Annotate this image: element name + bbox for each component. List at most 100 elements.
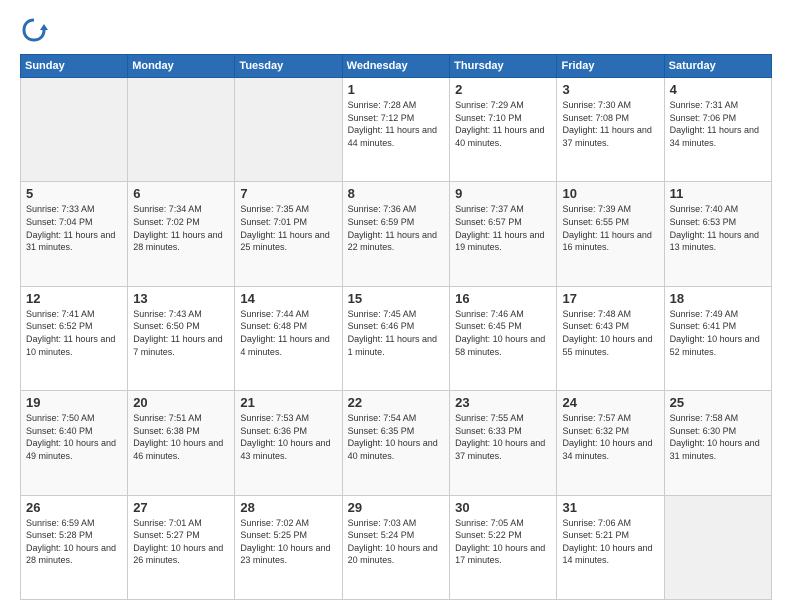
calendar-cell: 14 Sunrise: 7:44 AM Sunset: 6:48 PM Dayli… <box>235 286 342 390</box>
day-number: 27 <box>133 500 229 515</box>
day-number: 19 <box>26 395 122 410</box>
day-number: 16 <box>455 291 551 306</box>
calendar-cell: 18 Sunrise: 7:49 AM Sunset: 6:41 PM Dayli… <box>664 286 771 390</box>
day-info: Sunrise: 7:44 AM Sunset: 6:48 PM Dayligh… <box>240 308 336 358</box>
weekday-header-thursday: Thursday <box>450 55 557 78</box>
day-number: 31 <box>562 500 658 515</box>
calendar-cell: 20 Sunrise: 7:51 AM Sunset: 6:38 PM Dayli… <box>128 391 235 495</box>
weekday-header-monday: Monday <box>128 55 235 78</box>
calendar-header: SundayMondayTuesdayWednesdayThursdayFrid… <box>21 55 772 78</box>
day-number: 11 <box>670 186 766 201</box>
weekday-header-saturday: Saturday <box>664 55 771 78</box>
header <box>20 16 772 44</box>
day-number: 2 <box>455 82 551 97</box>
calendar-cell: 10 Sunrise: 7:39 AM Sunset: 6:55 PM Dayli… <box>557 182 664 286</box>
weekday-header-friday: Friday <box>557 55 664 78</box>
calendar-week-3: 12 Sunrise: 7:41 AM Sunset: 6:52 PM Dayli… <box>21 286 772 390</box>
weekday-header-sunday: Sunday <box>21 55 128 78</box>
weekday-header-tuesday: Tuesday <box>235 55 342 78</box>
day-number: 3 <box>562 82 658 97</box>
day-info: Sunrise: 7:55 AM Sunset: 6:33 PM Dayligh… <box>455 412 551 462</box>
calendar-cell: 21 Sunrise: 7:53 AM Sunset: 6:36 PM Dayli… <box>235 391 342 495</box>
day-info: Sunrise: 7:01 AM Sunset: 5:27 PM Dayligh… <box>133 517 229 567</box>
calendar-cell: 23 Sunrise: 7:55 AM Sunset: 6:33 PM Dayli… <box>450 391 557 495</box>
day-number: 26 <box>26 500 122 515</box>
day-number: 7 <box>240 186 336 201</box>
calendar: SundayMondayTuesdayWednesdayThursdayFrid… <box>20 54 772 600</box>
calendar-cell: 7 Sunrise: 7:35 AM Sunset: 7:01 PM Daylig… <box>235 182 342 286</box>
day-info: Sunrise: 7:39 AM Sunset: 6:55 PM Dayligh… <box>562 203 658 253</box>
day-info: Sunrise: 7:53 AM Sunset: 6:36 PM Dayligh… <box>240 412 336 462</box>
day-number: 29 <box>348 500 444 515</box>
day-number: 22 <box>348 395 444 410</box>
day-number: 1 <box>348 82 444 97</box>
calendar-cell: 22 Sunrise: 7:54 AM Sunset: 6:35 PM Dayli… <box>342 391 449 495</box>
calendar-cell: 4Sunrise: 7:31 AM Sunset: 7:06 PM Daylig… <box>664 78 771 182</box>
day-info: Sunrise: 7:45 AM Sunset: 6:46 PM Dayligh… <box>348 308 444 358</box>
day-info: Sunrise: 7:46 AM Sunset: 6:45 PM Dayligh… <box>455 308 551 358</box>
day-info: Sunrise: 7:33 AM Sunset: 7:04 PM Dayligh… <box>26 203 122 253</box>
day-number: 18 <box>670 291 766 306</box>
calendar-cell: 19Sunrise: 7:50 AM Sunset: 6:40 PM Dayli… <box>21 391 128 495</box>
day-info: Sunrise: 7:57 AM Sunset: 6:32 PM Dayligh… <box>562 412 658 462</box>
day-info: Sunrise: 6:59 AM Sunset: 5:28 PM Dayligh… <box>26 517 122 567</box>
calendar-cell: 6Sunrise: 7:34 AM Sunset: 7:02 PM Daylig… <box>128 182 235 286</box>
calendar-cell: 12 Sunrise: 7:41 AM Sunset: 6:52 PM Dayli… <box>21 286 128 390</box>
calendar-week-5: 26 Sunrise: 6:59 AM Sunset: 5:28 PM Dayli… <box>21 495 772 599</box>
calendar-cell: 9 Sunrise: 7:37 AM Sunset: 6:57 PM Daylig… <box>450 182 557 286</box>
day-info: Sunrise: 7:06 AM Sunset: 5:21 PM Dayligh… <box>562 517 658 567</box>
calendar-cell: 3Sunrise: 7:30 AM Sunset: 7:08 PM Daylig… <box>557 78 664 182</box>
calendar-cell: 31 Sunrise: 7:06 AM Sunset: 5:21 PM Dayli… <box>557 495 664 599</box>
calendar-week-1: 1 Sunrise: 7:28 AM Sunset: 7:12 PM Daylig… <box>21 78 772 182</box>
calendar-cell: 13Sunrise: 7:43 AM Sunset: 6:50 PM Dayli… <box>128 286 235 390</box>
calendar-cell: 25Sunrise: 7:58 AM Sunset: 6:30 PM Dayli… <box>664 391 771 495</box>
day-info: Sunrise: 7:36 AM Sunset: 6:59 PM Dayligh… <box>348 203 444 253</box>
day-number: 6 <box>133 186 229 201</box>
day-info: Sunrise: 7:29 AM Sunset: 7:10 PM Dayligh… <box>455 99 551 149</box>
day-number: 28 <box>240 500 336 515</box>
calendar-cell: 1 Sunrise: 7:28 AM Sunset: 7:12 PM Daylig… <box>342 78 449 182</box>
calendar-cell: 15 Sunrise: 7:45 AM Sunset: 6:46 PM Dayli… <box>342 286 449 390</box>
day-info: Sunrise: 7:03 AM Sunset: 5:24 PM Dayligh… <box>348 517 444 567</box>
day-number: 23 <box>455 395 551 410</box>
day-number: 15 <box>348 291 444 306</box>
day-info: Sunrise: 7:41 AM Sunset: 6:52 PM Dayligh… <box>26 308 122 358</box>
logo <box>20 16 52 44</box>
day-number: 12 <box>26 291 122 306</box>
day-info: Sunrise: 7:48 AM Sunset: 6:43 PM Dayligh… <box>562 308 658 358</box>
day-info: Sunrise: 7:02 AM Sunset: 5:25 PM Dayligh… <box>240 517 336 567</box>
day-info: Sunrise: 7:54 AM Sunset: 6:35 PM Dayligh… <box>348 412 444 462</box>
day-number: 24 <box>562 395 658 410</box>
day-info: Sunrise: 7:40 AM Sunset: 6:53 PM Dayligh… <box>670 203 766 253</box>
day-number: 30 <box>455 500 551 515</box>
weekday-header-wednesday: Wednesday <box>342 55 449 78</box>
day-number: 21 <box>240 395 336 410</box>
calendar-cell: 30Sunrise: 7:05 AM Sunset: 5:22 PM Dayli… <box>450 495 557 599</box>
day-number: 25 <box>670 395 766 410</box>
day-info: Sunrise: 7:28 AM Sunset: 7:12 PM Dayligh… <box>348 99 444 149</box>
day-number: 20 <box>133 395 229 410</box>
calendar-cell: 17Sunrise: 7:48 AM Sunset: 6:43 PM Dayli… <box>557 286 664 390</box>
day-number: 9 <box>455 186 551 201</box>
calendar-cell <box>128 78 235 182</box>
day-number: 14 <box>240 291 336 306</box>
calendar-cell: 11 Sunrise: 7:40 AM Sunset: 6:53 PM Dayli… <box>664 182 771 286</box>
day-number: 5 <box>26 186 122 201</box>
calendar-cell: 5 Sunrise: 7:33 AM Sunset: 7:04 PM Daylig… <box>21 182 128 286</box>
calendar-cell: 2 Sunrise: 7:29 AM Sunset: 7:10 PM Daylig… <box>450 78 557 182</box>
day-number: 10 <box>562 186 658 201</box>
calendar-cell: 28 Sunrise: 7:02 AM Sunset: 5:25 PM Dayli… <box>235 495 342 599</box>
day-info: Sunrise: 7:37 AM Sunset: 6:57 PM Dayligh… <box>455 203 551 253</box>
day-info: Sunrise: 7:35 AM Sunset: 7:01 PM Dayligh… <box>240 203 336 253</box>
page: SundayMondayTuesdayWednesdayThursdayFrid… <box>0 0 792 612</box>
calendar-cell <box>235 78 342 182</box>
day-number: 13 <box>133 291 229 306</box>
calendar-cell <box>664 495 771 599</box>
weekday-row: SundayMondayTuesdayWednesdayThursdayFrid… <box>21 55 772 78</box>
day-number: 4 <box>670 82 766 97</box>
calendar-cell: 29 Sunrise: 7:03 AM Sunset: 5:24 PM Dayli… <box>342 495 449 599</box>
calendar-week-2: 5 Sunrise: 7:33 AM Sunset: 7:04 PM Daylig… <box>21 182 772 286</box>
calendar-cell: 26 Sunrise: 6:59 AM Sunset: 5:28 PM Dayli… <box>21 495 128 599</box>
day-info: Sunrise: 7:49 AM Sunset: 6:41 PM Dayligh… <box>670 308 766 358</box>
day-info: Sunrise: 7:51 AM Sunset: 6:38 PM Dayligh… <box>133 412 229 462</box>
